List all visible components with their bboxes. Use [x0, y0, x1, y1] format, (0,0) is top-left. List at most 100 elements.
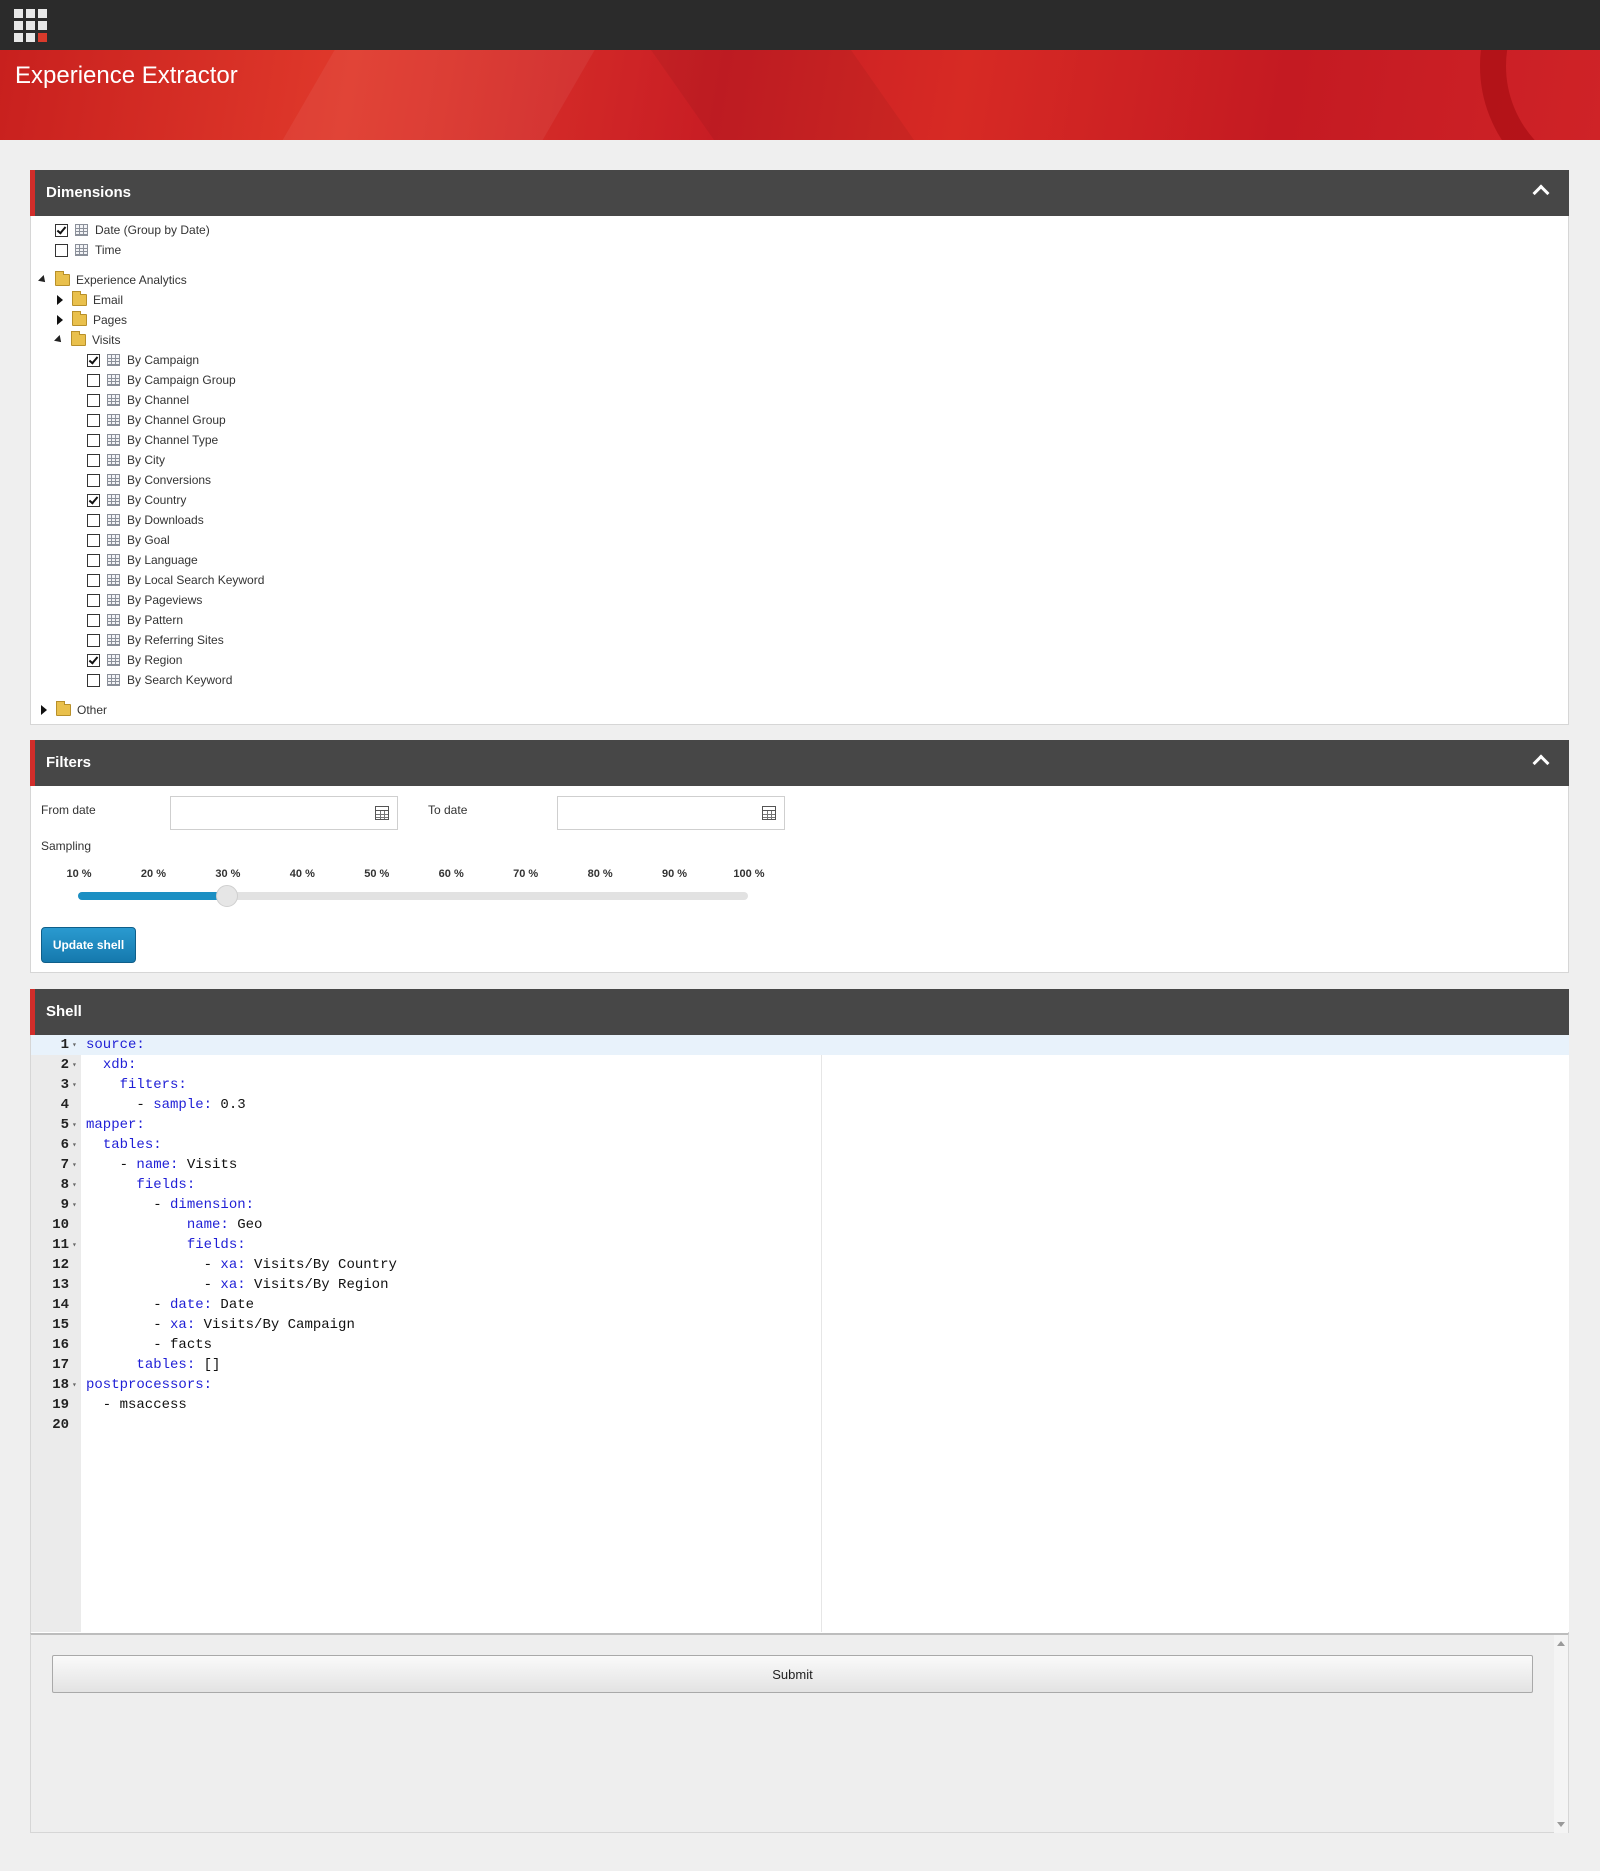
checkbox[interactable]: [87, 473, 100, 487]
checkbox[interactable]: [87, 433, 100, 447]
yaml-key: filters:: [119, 1077, 187, 1093]
tree-item[interactable]: Time: [55, 241, 121, 259]
submit-button[interactable]: Submit: [52, 1655, 1533, 1693]
code-line[interactable]: 6 ▾ tables:: [31, 1135, 1569, 1155]
code-line[interactable]: 15 - xa: Visits/By Campaign: [31, 1315, 1569, 1335]
scroll-up-icon[interactable]: [1557, 1641, 1565, 1646]
tree-item[interactable]: By Region: [87, 651, 182, 669]
code-line[interactable]: 4 - sample: 0.3: [31, 1095, 1569, 1115]
fold-toggle-icon[interactable]: ▾: [72, 1156, 77, 1176]
tree-item[interactable]: By Campaign: [87, 351, 199, 369]
tree-folder-email[interactable]: Email: [57, 291, 123, 309]
tree-item[interactable]: By Goal: [87, 531, 170, 549]
fold-toggle-icon[interactable]: ▾: [72, 1076, 77, 1096]
slider-thumb[interactable]: [215, 885, 238, 907]
update-shell-button[interactable]: Update shell: [41, 927, 136, 963]
checkbox[interactable]: [87, 413, 100, 427]
fold-toggle-icon[interactable]: ▾: [72, 1036, 77, 1056]
tree-item[interactable]: By Search Keyword: [87, 671, 232, 689]
collapse-chevron-icon[interactable]: [1532, 184, 1550, 202]
expand-arrow-icon[interactable]: [38, 275, 48, 285]
code-line[interactable]: 20: [31, 1415, 1569, 1435]
filters-header[interactable]: Filters: [30, 740, 1569, 786]
code-line[interactable]: 1 ▾ source:: [31, 1035, 1569, 1055]
code-line[interactable]: 5 ▾ mapper:: [31, 1115, 1569, 1135]
checkbox[interactable]: [87, 493, 100, 507]
tree-item[interactable]: By Local Search Keyword: [87, 571, 264, 589]
checkbox[interactable]: [87, 633, 100, 647]
checkbox[interactable]: [87, 593, 100, 607]
code-line[interactable]: 19 - msaccess: [31, 1395, 1569, 1415]
to-date-field[interactable]: [557, 796, 785, 830]
checkbox[interactable]: [55, 223, 68, 237]
fold-toggle-icon[interactable]: ▾: [72, 1056, 77, 1076]
scroll-down-icon[interactable]: [1557, 1822, 1565, 1827]
checkbox[interactable]: [87, 353, 100, 367]
tree-item[interactable]: Date (Group by Date): [55, 221, 210, 239]
fold-toggle-icon[interactable]: ▾: [72, 1376, 77, 1396]
code-line[interactable]: 12 - xa: Visits/By Country: [31, 1255, 1569, 1275]
sampling-slider[interactable]: [78, 885, 748, 907]
tree-folder-pages[interactable]: Pages: [57, 311, 127, 329]
checkbox[interactable]: [55, 243, 68, 257]
app-launcher-grid-icon[interactable]: [14, 9, 47, 42]
checkbox[interactable]: [87, 373, 100, 387]
folder-icon: [72, 291, 87, 306]
tree-item[interactable]: By Channel Type: [87, 431, 218, 449]
checkbox[interactable]: [87, 653, 100, 667]
checkbox[interactable]: [87, 613, 100, 627]
code-line[interactable]: 10 name: Geo: [31, 1215, 1569, 1235]
from-date-field[interactable]: [170, 796, 398, 830]
checkbox[interactable]: [87, 393, 100, 407]
tree-folder-other[interactable]: Other: [41, 701, 107, 719]
code-line[interactable]: 2 ▾ xdb:: [31, 1055, 1569, 1075]
checkbox[interactable]: [87, 673, 100, 687]
checkbox[interactable]: [87, 453, 100, 467]
tree-folder-visits[interactable]: Visits: [54, 331, 120, 349]
code-line[interactable]: 8 ▾ fields:: [31, 1175, 1569, 1195]
vertical-scrollbar[interactable]: [1554, 1635, 1568, 1833]
checkbox[interactable]: [87, 573, 100, 587]
collapse-chevron-icon[interactable]: [1532, 754, 1550, 772]
tree-item[interactable]: By Conversions: [87, 471, 211, 489]
tree-item[interactable]: By Referring Sites: [87, 631, 224, 649]
code-line[interactable]: 14 - date: Date: [31, 1295, 1569, 1315]
tree-item[interactable]: By City: [87, 451, 165, 469]
checkbox[interactable]: [87, 553, 100, 567]
calendar-icon[interactable]: [375, 806, 389, 820]
collapsed-arrow-icon[interactable]: [41, 705, 47, 715]
tree-item[interactable]: By Pattern: [87, 611, 183, 629]
fold-toggle-icon[interactable]: ▾: [72, 1196, 77, 1216]
tree-item[interactable]: By Downloads: [87, 511, 204, 529]
tree-item[interactable]: By Country: [87, 491, 186, 509]
tree-item[interactable]: By Pageviews: [87, 591, 202, 609]
collapsed-arrow-icon[interactable]: [57, 295, 63, 305]
code-line[interactable]: 13 - xa: Visits/By Region: [31, 1275, 1569, 1295]
fold-toggle-icon[interactable]: ▾: [72, 1236, 77, 1256]
checkbox[interactable]: [87, 513, 100, 527]
yaml-value: -: [86, 1277, 221, 1293]
expand-arrow-icon[interactable]: [54, 335, 64, 345]
fold-toggle-icon[interactable]: ▾: [72, 1176, 77, 1196]
fold-toggle-icon[interactable]: ▾: [72, 1116, 77, 1136]
tree-item[interactable]: By Language: [87, 551, 198, 569]
code-editor[interactable]: 1 ▾ source: 2 ▾ xdb: 3 ▾ filters: 4 - sample: 0…: [31, 1035, 1569, 1632]
fold-toggle-icon[interactable]: ▾: [72, 1136, 77, 1156]
code-line[interactable]: 7 ▾ - name: Visits: [31, 1155, 1569, 1175]
tree-item[interactable]: By Campaign Group: [87, 371, 236, 389]
collapsed-arrow-icon[interactable]: [57, 315, 63, 325]
dimensions-header[interactable]: Dimensions: [30, 170, 1569, 216]
code-line[interactable]: 3 ▾ filters:: [31, 1075, 1569, 1095]
code-line[interactable]: 9 ▾ - dimension:: [31, 1195, 1569, 1215]
code-line[interactable]: 17 tables: []: [31, 1355, 1569, 1375]
tree-folder-experience-analytics[interactable]: Experience Analytics: [38, 271, 187, 289]
yaml-value: Date: [212, 1297, 255, 1313]
tree-item[interactable]: By Channel Group: [87, 411, 226, 429]
line-number: 4: [60, 1097, 69, 1113]
code-line[interactable]: 11 ▾ fields:: [31, 1235, 1569, 1255]
tree-item[interactable]: By Channel: [87, 391, 189, 409]
checkbox[interactable]: [87, 533, 100, 547]
calendar-icon[interactable]: [762, 806, 776, 820]
code-line[interactable]: 18 ▾ postprocessors:: [31, 1375, 1569, 1395]
code-line[interactable]: 16 - facts: [31, 1335, 1569, 1355]
